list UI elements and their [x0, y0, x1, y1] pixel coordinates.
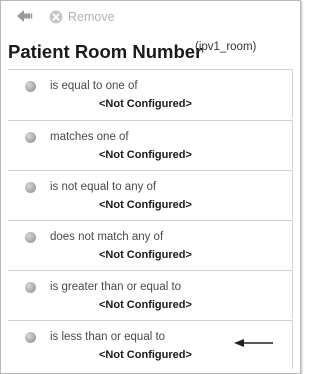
condition-value: <Not Configured>: [99, 349, 192, 361]
condition-option[interactable]: is less than or equal to <Not Configured…: [8, 320, 293, 369]
pointer-arrow-icon: [234, 335, 274, 347]
condition-option[interactable]: matches one of <Not Configured>: [8, 120, 293, 169]
page-title: Patient Room Number: [8, 41, 203, 62]
radio-button[interactable]: [25, 232, 36, 243]
condition-list: is equal to one of <Not Configured> matc…: [8, 69, 293, 369]
radio-button[interactable]: [25, 182, 36, 193]
condition-option[interactable]: does not match any of <Not Configured>: [8, 220, 293, 269]
radio-button[interactable]: [25, 81, 36, 92]
radio-button[interactable]: [25, 332, 36, 343]
radio-button[interactable]: [25, 282, 36, 293]
condition-panel: Remove Patient Room Number (ipv1_room) i…: [0, 0, 301, 374]
condition-option[interactable]: is not equal to any of <Not Configured>: [8, 170, 293, 219]
remove-button[interactable]: Remove: [49, 8, 115, 26]
condition-label: does not match any of: [50, 231, 164, 243]
condition-value: <Not Configured>: [99, 299, 192, 311]
condition-option[interactable]: is greater than or equal to <Not Configu…: [8, 270, 293, 319]
condition-label: is not equal to any of: [50, 181, 157, 193]
condition-value: <Not Configured>: [99, 249, 192, 261]
back-arrow-icon[interactable]: [17, 9, 33, 23]
remove-x-icon: [49, 10, 63, 24]
condition-value: <Not Configured>: [99, 149, 192, 161]
radio-button[interactable]: [25, 132, 36, 143]
remove-label: Remove: [68, 10, 115, 24]
condition-label: is equal to one of: [50, 80, 138, 92]
field-id: (ipv1_room): [195, 41, 257, 53]
toolbar: Remove: [1, 1, 300, 32]
condition-label: matches one of: [50, 131, 129, 143]
condition-label: is greater than or equal to: [50, 281, 182, 293]
condition-value: <Not Configured>: [99, 199, 192, 211]
field-header: Patient Room Number (ipv1_room): [8, 39, 294, 65]
condition-value: <Not Configured>: [99, 98, 192, 110]
condition-label: is less than or equal to: [50, 331, 166, 343]
condition-option[interactable]: is equal to one of <Not Configured>: [8, 69, 293, 118]
